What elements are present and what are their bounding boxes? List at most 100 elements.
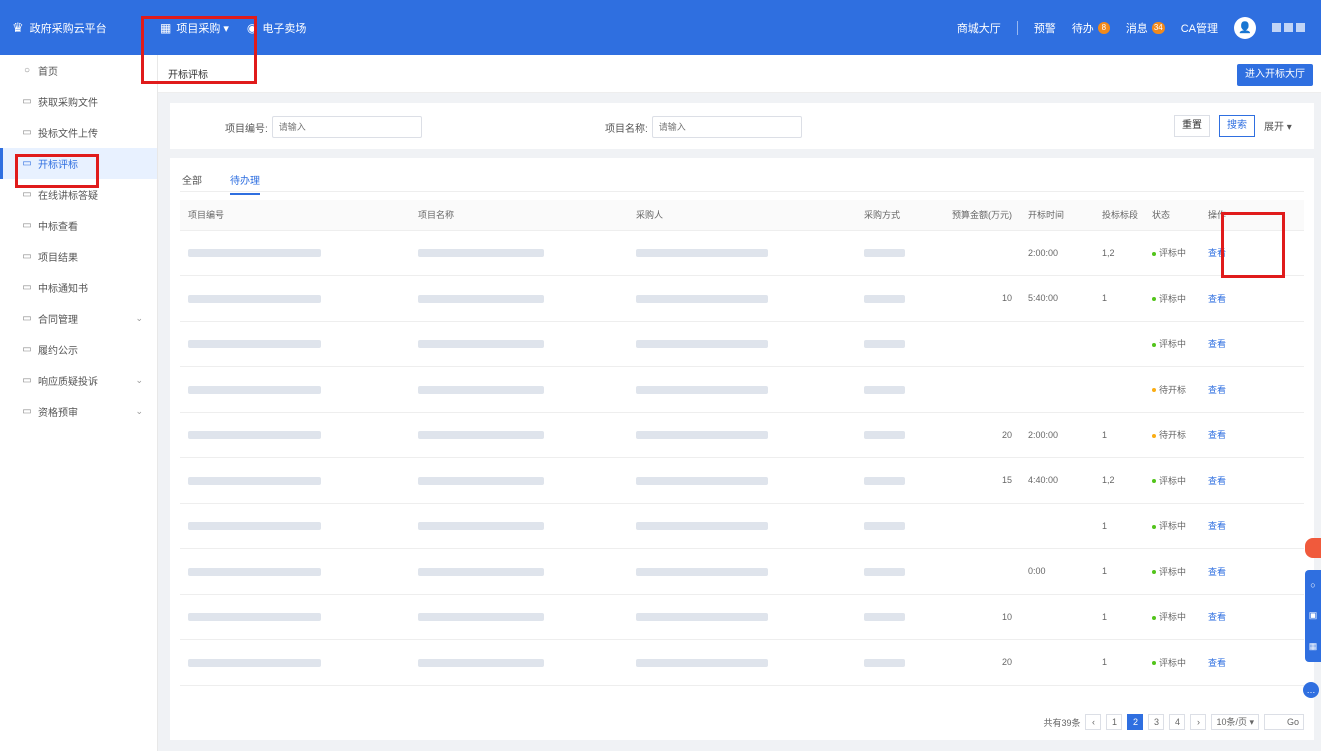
action-cell[interactable]: 查看 (1200, 639, 1304, 686)
action-cell[interactable]: 查看 (1200, 548, 1304, 595)
page-1[interactable]: 1 (1106, 714, 1123, 730)
redacted-text (636, 340, 768, 349)
project-no-cell (180, 503, 410, 549)
nav-project-procurement[interactable]: ▦ 项目采购 ▾ (160, 20, 229, 36)
project-no-field: 项目编号: (225, 116, 422, 138)
eye-icon: ▭ (22, 220, 32, 231)
next-page-button[interactable]: › (1190, 714, 1207, 730)
public-icon: ▭ (22, 344, 32, 355)
col-action[interactable]: 操作 (1200, 200, 1304, 231)
page-3[interactable]: 3 (1148, 714, 1165, 730)
lot-cell: 1 (1094, 412, 1144, 458)
col-open-time[interactable]: 开标时间 (1020, 200, 1094, 231)
prev-page-button[interactable]: ‹ (1085, 714, 1102, 730)
status-dot-icon (1152, 297, 1156, 302)
ca-manage-link[interactable]: CA管理 (1181, 20, 1218, 36)
col-lot[interactable]: 投标标段 (1094, 200, 1144, 231)
expand-button[interactable]: 展开 ▾ (1264, 118, 1292, 133)
table-row: 20 1 评标中 查看 (180, 639, 1304, 686)
view-link[interactable]: 查看 (1208, 521, 1226, 531)
qrcode-icon[interactable]: ▦ (1309, 641, 1318, 652)
action-cell[interactable]: 查看 (1200, 321, 1304, 367)
grid-icon: ▦ (160, 20, 172, 35)
view-link[interactable]: 查看 (1208, 294, 1226, 304)
redacted-text (636, 658, 768, 667)
project-no-input[interactable] (271, 116, 422, 138)
sidebar-item-label: 履约公示 (38, 346, 78, 357)
sidebar-item-upload-bid[interactable]: ▭ 投标文件上传 (0, 117, 157, 148)
budget-cell (932, 230, 1020, 276)
view-link[interactable]: 查看 (1208, 476, 1226, 486)
support-icon[interactable]: ○ (1310, 580, 1315, 590)
budget-cell: 10 (932, 275, 1020, 322)
action-cell[interactable]: 查看 (1200, 275, 1304, 322)
action-cell[interactable]: 查看 (1200, 594, 1304, 640)
goto-button[interactable]: Go (1264, 714, 1304, 730)
robot-icon[interactable] (1305, 538, 1321, 558)
redacted-text (418, 249, 544, 258)
budget-cell (932, 503, 1020, 549)
doc-icon[interactable]: ▣ (1309, 610, 1318, 621)
project-name-input[interactable] (651, 116, 802, 138)
view-link[interactable]: 查看 (1208, 248, 1226, 258)
file-icon: ▭ (22, 96, 32, 107)
sidebar-item-award-view[interactable]: ▭ 中标查看 (0, 210, 157, 241)
warning-link[interactable]: 预警 (1034, 20, 1056, 36)
enter-hall-button[interactable]: 进入开标大厅 (1237, 64, 1313, 86)
view-link[interactable]: 查看 (1208, 430, 1226, 440)
sidebar-item-contract[interactable]: ▭ 合同管理 ⌄ (0, 303, 157, 334)
nav-e-mall[interactable]: ◉ 电子卖场 (247, 20, 306, 36)
sidebar-item-label: 响应质疑投诉 (38, 377, 98, 388)
col-project-no[interactable]: 项目编号 (180, 200, 410, 231)
reset-button[interactable]: 重置 (1174, 115, 1210, 137)
col-purchaser[interactable]: 采购人 (628, 200, 856, 231)
sidebar-item-bid-opening[interactable]: ▭ 开标评标 (0, 148, 157, 179)
sidebar-item-home[interactable]: ○ 首页 (0, 55, 157, 86)
status-cell: 评标中 (1144, 230, 1200, 276)
col-budget[interactable]: 预算金额(万元) (932, 200, 1020, 231)
col-status[interactable]: 状态 (1144, 200, 1200, 231)
view-link[interactable]: 查看 (1208, 567, 1226, 577)
message-badge: 34 (1151, 21, 1165, 34)
sidebar-item-complaint[interactable]: ▭ 响应质疑投诉 ⌄ (0, 365, 157, 396)
search-button[interactable]: 搜索 (1219, 115, 1255, 137)
action-cell[interactable]: 查看 (1200, 503, 1304, 549)
sidebar-item-label: 中标查看 (38, 222, 78, 233)
brand[interactable]: ♛ 政府采购云平台 (0, 20, 140, 36)
col-project-name[interactable]: 项目名称 (410, 200, 628, 231)
page-size-select[interactable]: 10条/页 ▾ (1211, 714, 1259, 730)
budget-cell (932, 321, 1020, 367)
view-link[interactable]: 查看 (1208, 385, 1226, 395)
chat-icon[interactable]: … (1303, 682, 1319, 698)
status-badge: 待开标 (1159, 430, 1187, 441)
table-row: 10 5:40:00 1 评标中 查看 (180, 275, 1304, 322)
sidebar-item-online-qa[interactable]: ▭ 在线讲标答疑 (0, 179, 157, 210)
sidebar-item-performance[interactable]: ▭ 履约公示 (0, 334, 157, 365)
mall-hall-link[interactable]: 商城大厅 (957, 20, 1001, 36)
sidebar-item-label: 首页 (38, 67, 58, 78)
view-link[interactable]: 查看 (1208, 339, 1226, 349)
breadcrumb[interactable]: 开标评标 (168, 66, 208, 81)
sidebar-item-project-result[interactable]: ▭ 项目结果 (0, 241, 157, 272)
action-cell[interactable]: 查看 (1200, 366, 1304, 413)
redacted-text (188, 385, 322, 394)
project-table: 项目编号 项目名称 采购人 采购方式 预算金额(万元) 开标时间 投标标段 状态… (180, 200, 1304, 686)
status-dot-icon (1152, 479, 1156, 484)
todo-link[interactable]: 待办 8 (1072, 20, 1110, 36)
action-cell[interactable]: 查看 (1200, 412, 1304, 458)
sidebar-item-prequal[interactable]: ▭ 资格预审 ⌄ (0, 396, 157, 427)
page-4[interactable]: 4 (1169, 714, 1186, 730)
user-name[interactable] (1272, 23, 1305, 32)
action-cell[interactable]: 查看 (1200, 457, 1304, 504)
action-cell[interactable]: 查看 (1200, 230, 1304, 276)
view-link[interactable]: 查看 (1208, 658, 1226, 668)
page-2[interactable]: 2 (1127, 714, 1144, 730)
sidebar-item-get-docs[interactable]: ▭ 获取采购文件 (0, 86, 157, 117)
col-method[interactable]: 采购方式 (856, 200, 932, 231)
view-link[interactable]: 查看 (1208, 612, 1226, 622)
avatar[interactable]: 👤 (1234, 16, 1256, 39)
message-link[interactable]: 消息 34 (1126, 20, 1165, 36)
status-cell: 评标中 (1144, 639, 1200, 686)
sidebar-item-award-notice[interactable]: ▭ 中标通知书 (0, 272, 157, 303)
redacted-text (636, 385, 768, 394)
